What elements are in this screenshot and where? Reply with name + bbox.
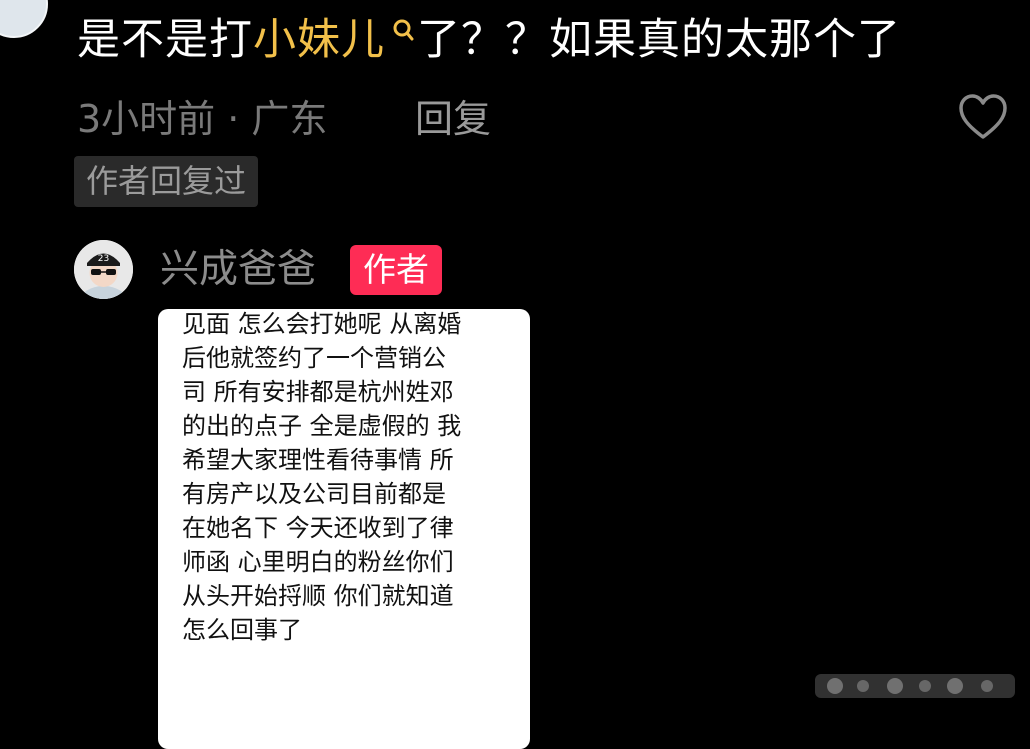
reply-image-text: 见面 怎么会打她呢 从离婚 后他就签约了一个营销公 司 所有安排都是杭州姓邓 的… (182, 310, 462, 644)
avatar-icon: 23 (74, 240, 133, 299)
author-username[interactable]: 兴成爸爸 (160, 246, 316, 294)
watermark-logo (815, 674, 1015, 698)
comment-text: 是不是打小妹儿 了？？如果真的太那个了 (77, 12, 901, 68)
author-badge: 作者 (350, 245, 442, 295)
comment-text-before: 是不是打 (77, 15, 253, 65)
search-keyword-link[interactable]: 小妹儿 (253, 15, 385, 65)
reply-button[interactable]: 回复 (415, 95, 491, 143)
avatar-cap-number: 23 (98, 254, 109, 264)
author-replied-tag: 作者回复过 (74, 156, 259, 207)
comment-meta: 3小时前 · 广东 (77, 97, 328, 141)
search-icon[interactable] (389, 18, 415, 44)
heart-outline-icon[interactable] (957, 92, 1009, 144)
author-avatar[interactable]: 23 (74, 240, 133, 299)
reply-image-card[interactable]: 见面 怎么会打她呢 从离婚 后他就签约了一个营销公 司 所有安排都是杭州姓邓 的… (158, 309, 530, 749)
commenter-avatar[interactable] (0, 0, 48, 38)
comment-text-after: 了？？如果真的太那个了 (417, 15, 901, 65)
